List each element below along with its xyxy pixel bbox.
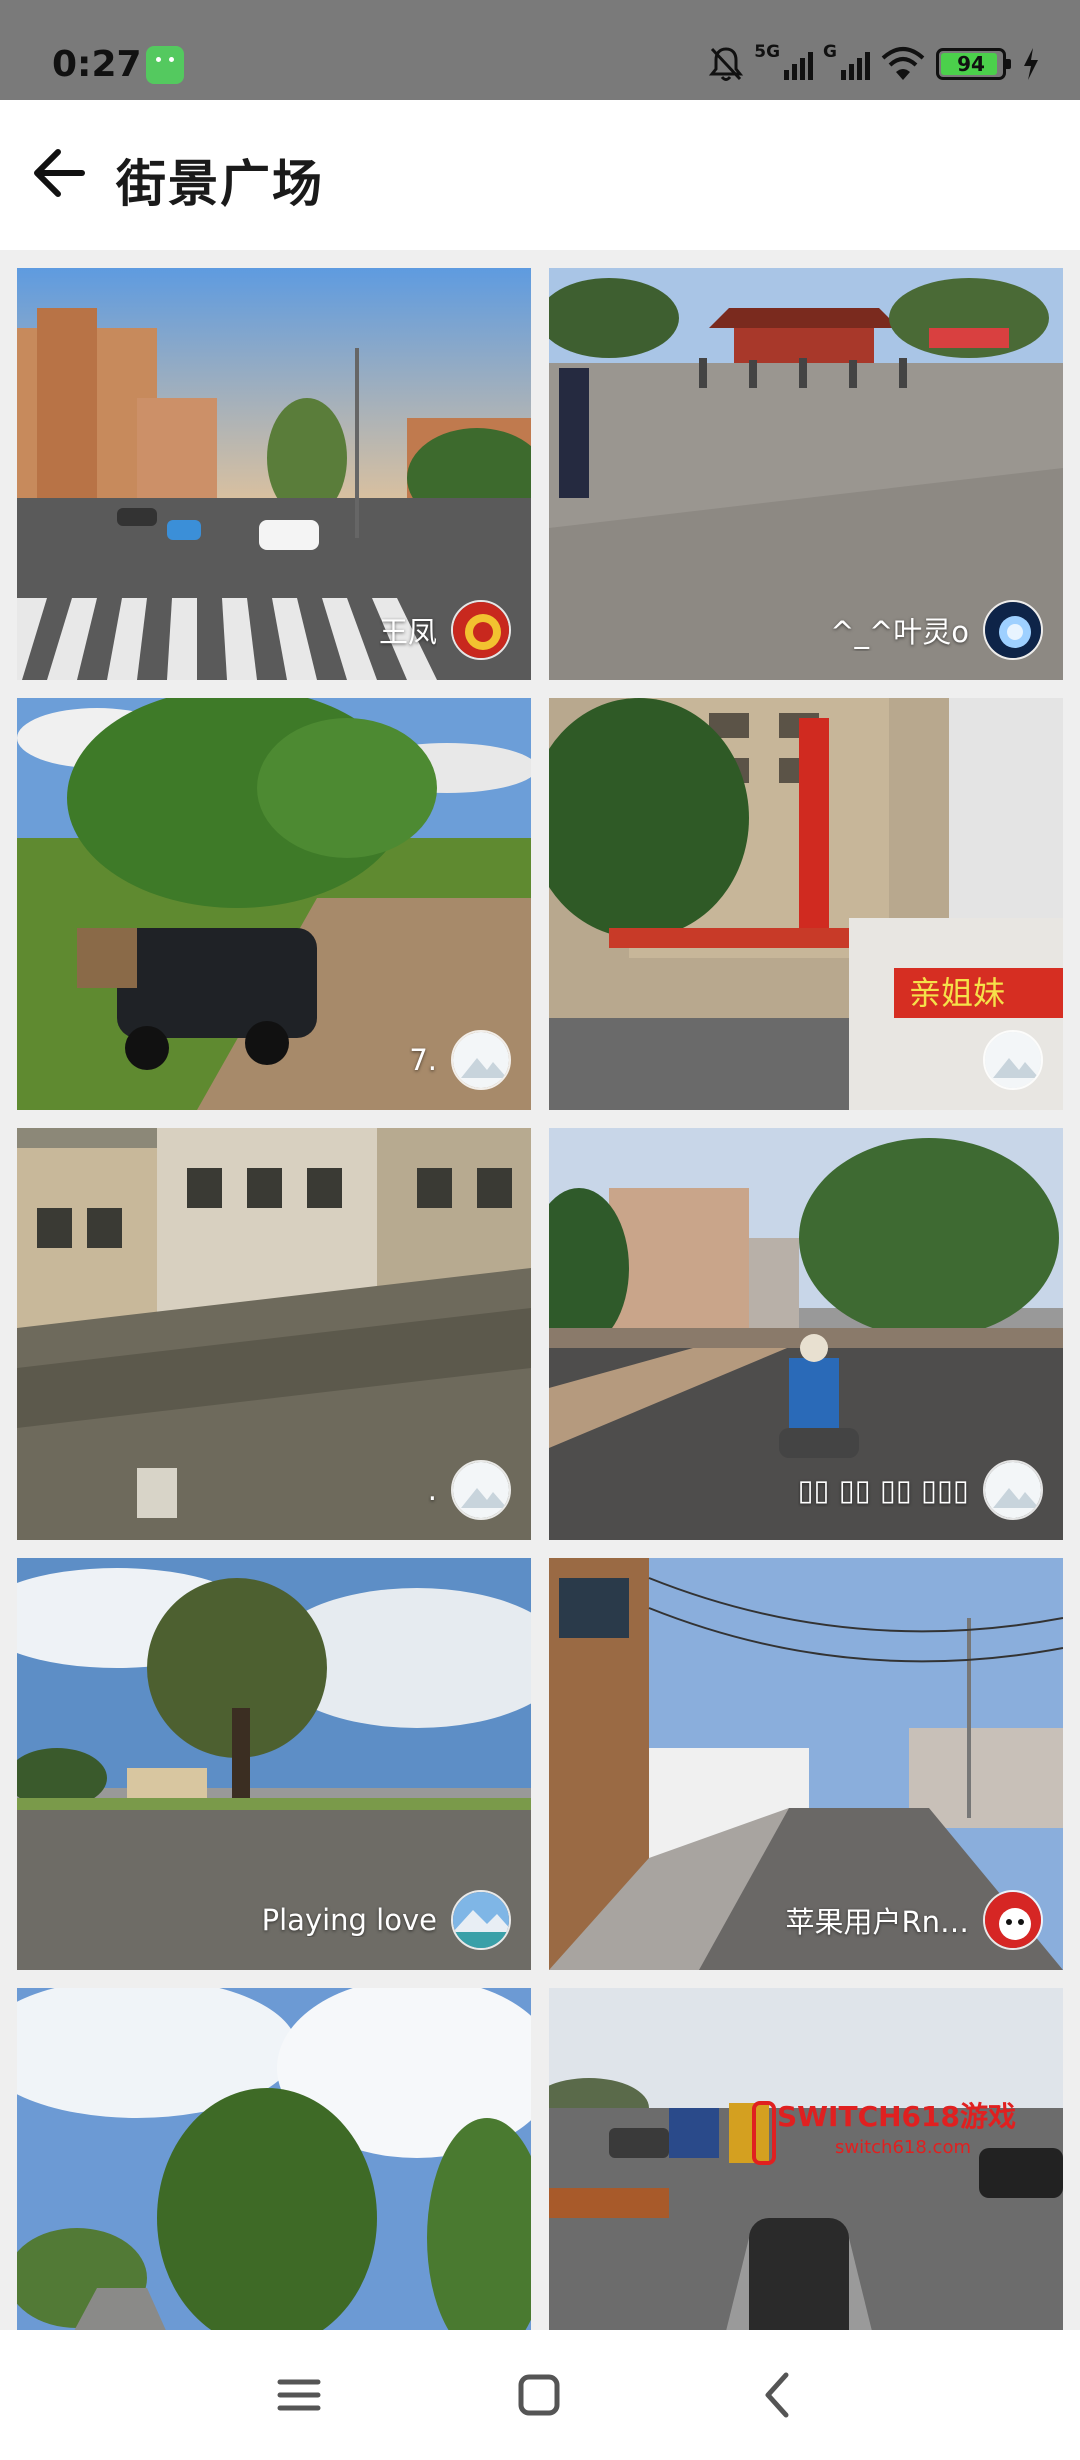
- app-bar: 街景广场: [0, 100, 1080, 250]
- watermark-text: SWITCH618游戏: [777, 2100, 1016, 2133]
- blue-swirl-avatar: [983, 600, 1043, 660]
- owner-name: Playing love: [261, 1903, 437, 1937]
- battery-level: 94: [957, 52, 985, 76]
- street-view-card[interactable]: ^_^叶灵o: [549, 268, 1063, 680]
- street-view-card[interactable]: 7.: [17, 698, 531, 1110]
- default-mountain-avatar: [983, 1460, 1043, 1520]
- owner-name: ^_^叶灵o: [830, 615, 969, 649]
- back-arrow-icon: [34, 149, 85, 197]
- street-view-thumbnail: [17, 1988, 531, 2330]
- owner-info: 王凤: [379, 600, 511, 660]
- owner-info: [969, 1030, 1043, 1090]
- status-bar: 0:27 5G G 94: [0, 0, 1080, 100]
- owner-name: 王凤: [378, 615, 437, 649]
- default-mountain-avatar: [983, 1030, 1043, 1090]
- status-icons: 5G G 94: [708, 42, 1040, 86]
- owner-info: Playing love: [262, 1890, 511, 1950]
- signal-icon: [784, 48, 814, 80]
- mute-bell-icon: [709, 47, 744, 81]
- home-icon: [518, 2374, 560, 2416]
- owner-info: ▯▯ ▯▯ ▯▯ ▯▯▯: [798, 1460, 1043, 1520]
- street-view-card[interactable]: [17, 1988, 531, 2330]
- battery-indicator: 94: [936, 48, 1011, 80]
- street-view-card[interactable]: SWITCH618游戏 switch618.com: [549, 1988, 1063, 2330]
- owner-info: 苹果用户Rn…: [785, 1890, 1043, 1950]
- system-back-button[interactable]: [746, 2362, 812, 2428]
- street-view-thumbnail: SWITCH618游戏 switch618.com: [549, 1988, 1063, 2330]
- owner-name: 7.: [409, 1043, 437, 1077]
- red-cartoon-avatar: [983, 1890, 1043, 1950]
- back-button[interactable]: [24, 138, 94, 208]
- home-button[interactable]: [506, 2362, 572, 2428]
- owner-name: .: [427, 1473, 437, 1507]
- mountain-lake-avatar: [451, 1890, 511, 1950]
- street-view-card[interactable]: 苹果用户Rn…: [549, 1558, 1063, 1970]
- android-notification-icon: [146, 46, 184, 84]
- system-nav-bar: [0, 2330, 1080, 2460]
- sim1-network-label: 5G: [754, 42, 781, 62]
- menu-icon: [277, 2379, 321, 2411]
- owner-name: 苹果用户Rn…: [785, 1905, 969, 1939]
- owner-info: ^_^叶灵o: [830, 600, 1043, 660]
- wifi-icon: [881, 47, 925, 80]
- street-view-card[interactable]: ▯▯ ▯▯ ▯▯ ▯▯▯: [549, 1128, 1063, 1540]
- sim2-network-label: G: [823, 42, 837, 62]
- street-view-card[interactable]: .: [17, 1128, 531, 1540]
- emblem-avatar: [451, 600, 511, 660]
- banner-text: 亲姐妹: [909, 974, 1005, 1012]
- signal-icon-2: [841, 48, 870, 80]
- owner-info: .: [428, 1460, 511, 1520]
- back-icon: [765, 2372, 789, 2418]
- page-title: 街景广场: [116, 155, 324, 213]
- recents-button[interactable]: [266, 2362, 332, 2428]
- street-view-card[interactable]: Playing love: [17, 1558, 531, 1970]
- street-view-card[interactable]: 王凤: [17, 268, 531, 680]
- owner-name: ▯▯ ▯▯ ▯▯ ▯▯▯: [797, 1473, 969, 1507]
- default-mountain-avatar: [451, 1460, 511, 1520]
- default-mountain-avatar: [451, 1030, 511, 1090]
- watermark-subtext: switch618.com: [835, 2137, 971, 2158]
- status-time: 0:27: [52, 44, 142, 85]
- owner-info: 7.: [409, 1030, 511, 1090]
- street-view-feed[interactable]: 王凤 ^_^叶灵o 7. 亲姐妹 . ▯▯ ▯▯ ▯▯ ▯▯▯ Playing …: [0, 250, 1080, 2330]
- street-view-card[interactable]: 亲姐妹: [549, 698, 1063, 1110]
- charging-bolt-icon: [1024, 48, 1038, 80]
